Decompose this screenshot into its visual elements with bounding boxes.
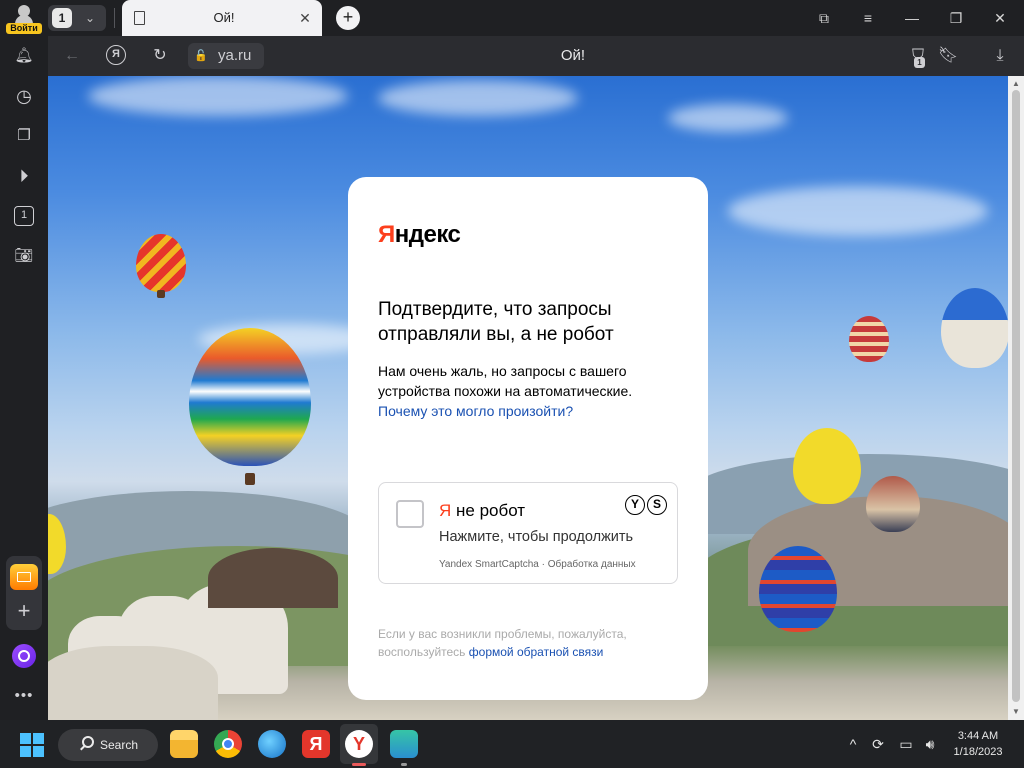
why-link[interactable]: Почему это могло произойти? [378, 403, 573, 419]
yandex-logo-rest: ндекс [394, 221, 461, 248]
hot-air-balloon [849, 316, 889, 362]
tab-count: 1 [52, 8, 72, 28]
clock-date: 1/18/2023 [953, 746, 1003, 758]
scroll-up-arrow-icon[interactable]: ▲ [1008, 78, 1024, 90]
clock-time: 3:44 AM [957, 730, 999, 742]
bell-icon[interactable]: 🔔︎ [10, 42, 38, 70]
system-clock[interactable]: 3:44 AM 1/18/2023 [946, 728, 1010, 760]
captcha-description-text: Нам очень жаль, но запросы с вашего устр… [378, 363, 633, 399]
smartcaptcha-footer: Yandex SmartCaptcha · Обработка данных [439, 559, 636, 570]
more-icon[interactable]: ••• [10, 682, 38, 710]
tab-title: Ой! [213, 10, 235, 25]
smartcaptcha-widget[interactable]: Я не робот Y S Нажмите, чтобы продолжить… [378, 482, 678, 584]
hot-air-balloon [941, 288, 1008, 368]
volume-icon[interactable]: 🔊︎ [918, 730, 942, 758]
feedback-form-link[interactable]: формой обратной связи [469, 645, 604, 659]
chevron-down-icon[interactable]: ⌄ [81, 9, 99, 27]
tray-chevron-icon[interactable]: ^ [842, 730, 864, 758]
tab-active[interactable]: Ой! ✕ [122, 0, 322, 36]
help-text: Если у вас возникли проблемы, пожалуйста… [378, 627, 627, 659]
yandex-icon[interactable]: Я [106, 45, 126, 65]
windows-start-icon[interactable] [20, 733, 44, 757]
running-indicator [401, 763, 407, 766]
installer-app-icon[interactable] [390, 730, 418, 758]
file-explorer-icon[interactable] [170, 730, 198, 758]
url-text[interactable]: ya.ru [218, 43, 251, 69]
not-robot-checkbox[interactable] [396, 500, 424, 528]
document-icon [134, 11, 145, 25]
tab-group-button[interactable]: 1 ⌄ [48, 5, 106, 31]
alice-assistant-icon[interactable] [12, 644, 36, 668]
play-icon[interactable]: ⏵ [10, 162, 38, 190]
reload-button[interactable]: ↻ [146, 42, 174, 70]
globe-app-icon[interactable] [258, 730, 286, 758]
hot-air-balloon [793, 428, 861, 504]
profile-button[interactable]: Войти [6, 3, 42, 34]
hot-air-balloon [866, 476, 920, 532]
tab-close-icon[interactable]: ✕ [296, 9, 314, 27]
fairy-chimney [48, 646, 218, 720]
sidebar: 🔔︎ ◷ ❐ ⏵ 1 📷︎ + ••• [0, 36, 48, 720]
browser-toolbar: ← Я ↻ 🔓 ya.ru Ой! ⛉ 1 🔖︎ ⤓ [48, 36, 1024, 76]
balloon-basket [157, 290, 165, 298]
captcha-description: Нам очень жаль, но запросы с вашего устр… [378, 361, 648, 421]
scrollbar-thumb[interactable] [1012, 90, 1020, 702]
cloud [88, 76, 348, 116]
smartcaptcha-brand: Yandex SmartCaptcha [439, 559, 539, 570]
taskbar-search-label: Search [100, 738, 139, 752]
smartcaptcha-logo-icon: Y S [625, 495, 669, 517]
lock-icon[interactable]: 🔓 [194, 49, 208, 63]
active-indicator [352, 763, 366, 766]
hot-air-balloon [189, 328, 311, 466]
yandex-app-icon[interactable]: Я [302, 730, 330, 758]
restore-button[interactable]: ❐ [934, 0, 978, 36]
cloud [668, 104, 788, 132]
captcha-card: Яндекс Подтвердите, что запросы отправля… [348, 177, 708, 700]
search-icon [82, 736, 94, 748]
taskbar-search-button[interactable]: Search [58, 729, 158, 761]
new-tab-button[interactable]: + [336, 6, 360, 30]
data-processing-link[interactable]: Обработка данных [548, 559, 636, 570]
sync-icon[interactable]: ⟳ [866, 730, 890, 758]
yandex-logo: Яндекс [378, 221, 461, 249]
menu-icon[interactable]: ≡ [846, 0, 890, 36]
windows-taskbar: Search Я Y ^ ⟳ ▭ 🔊︎ 3:44 AM 1/18/2023 [0, 720, 1024, 768]
cloud [378, 80, 578, 116]
captcha-heading: Подтвердите, что запросы отправляли вы, … [378, 299, 614, 345]
not-robot-label[interactable]: Я не робот [439, 500, 525, 522]
balloon-basket [245, 473, 255, 485]
cloud [728, 186, 988, 236]
divider [114, 8, 115, 28]
minimize-button[interactable]: — [890, 0, 934, 36]
tabs-counter-icon[interactable]: 1 [14, 206, 34, 226]
hot-air-balloon [136, 234, 186, 292]
page-scrollbar[interactable]: ▲ ▼ [1008, 76, 1024, 720]
click-to-continue-hint: Нажмите, чтобы продолжить [439, 529, 634, 545]
tabs-list-icon[interactable]: ⧉ [802, 0, 846, 36]
collections-icon[interactable]: ❐ [10, 122, 38, 150]
history-icon[interactable]: ◷ [10, 82, 38, 110]
page-title: Ой! [560, 47, 586, 64]
hot-air-balloon [759, 546, 837, 632]
rock-outcrop [208, 548, 338, 608]
mail-icon[interactable] [10, 564, 38, 590]
add-panel-button[interactable]: + [10, 598, 38, 626]
screenshot-icon[interactable]: 📷︎ [10, 242, 38, 270]
title-bar: Войти 1 ⌄ Ой! ✕ + ⧉ ≡ — ❐ ✕ [0, 0, 1024, 36]
yandex-browser-icon[interactable]: Y [345, 730, 373, 758]
chrome-icon[interactable] [214, 730, 242, 758]
protect-count: 1 [914, 57, 925, 68]
back-button[interactable]: ← [58, 42, 86, 70]
network-icon[interactable]: ▭ [894, 730, 918, 758]
login-badge[interactable]: Войти [6, 23, 42, 34]
protect-button[interactable]: ⛉ 1 [904, 42, 932, 70]
address-bar[interactable]: 🔓 ya.ru [188, 43, 264, 69]
bookmark-icon[interactable]: 🔖︎ [934, 42, 962, 70]
download-button[interactable]: ⤓ [986, 42, 1014, 70]
yandex-logo-first-letter: Я [378, 221, 395, 248]
scroll-down-arrow-icon[interactable]: ▼ [1008, 706, 1024, 718]
close-window-button[interactable]: ✕ [978, 0, 1022, 36]
